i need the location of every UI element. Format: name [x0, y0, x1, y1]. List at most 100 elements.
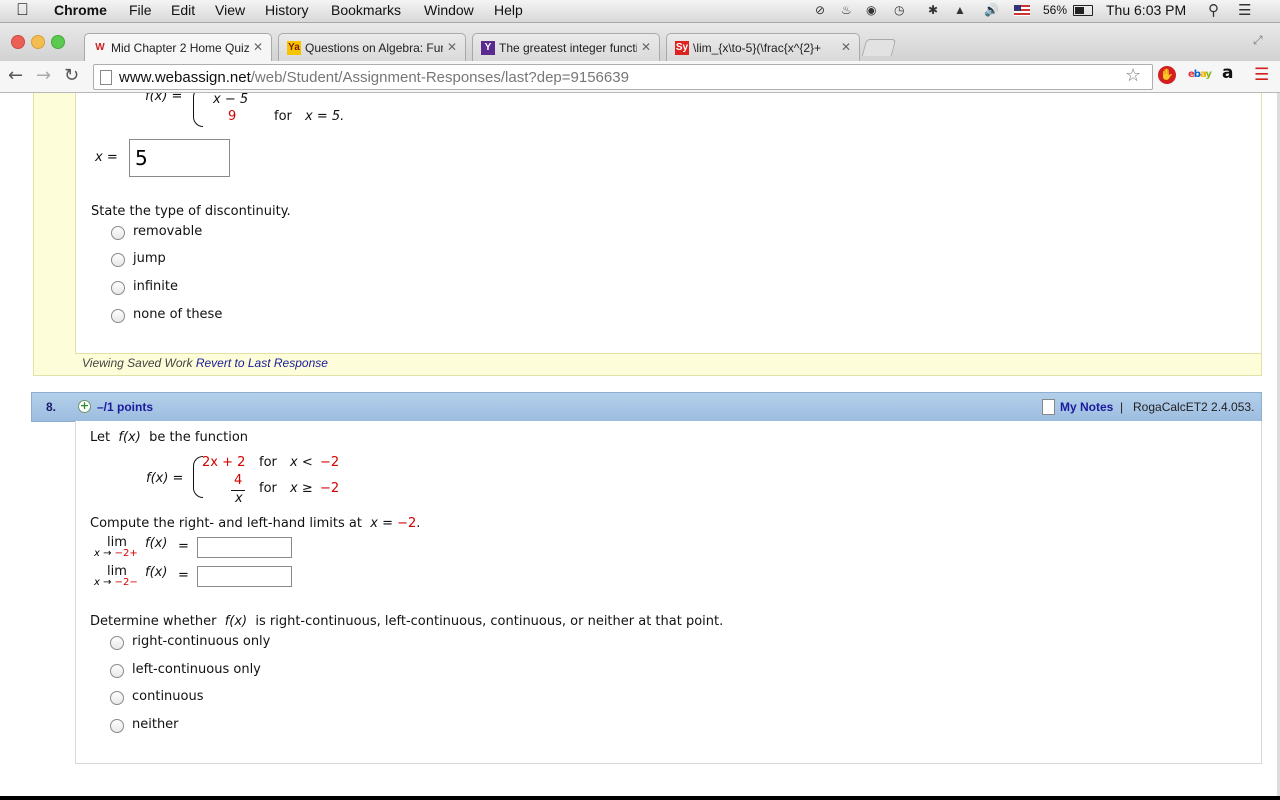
q7-x-label: x = — [95, 150, 118, 165]
q8-piece2-denominator: x — [235, 491, 243, 506]
q7-x-answer-field[interactable]: 5 — [129, 139, 230, 177]
q8-piece1-cond: x < — [290, 455, 313, 470]
adblock-extension-icon[interactable]: ✋ — [1158, 66, 1176, 84]
q7-option-infinite[interactable]: infinite — [133, 279, 178, 294]
left-limit-answer-field[interactable] — [197, 566, 292, 587]
q8-piece1-expr: 2x + 2 — [202, 455, 246, 470]
q8-radio-neither[interactable] — [110, 719, 124, 733]
battery-icon[interactable] — [1073, 5, 1093, 16]
back-icon[interactable]: ← — [8, 65, 23, 86]
menu-history[interactable]: History — [265, 2, 309, 18]
new-tab-button[interactable] — [861, 39, 897, 56]
do-not-disturb-icon[interactable]: ⊘ — [815, 3, 825, 17]
tab-close-icon[interactable]: ✕ — [841, 40, 851, 54]
symbolab-favicon-icon: Sy — [675, 41, 689, 55]
q7-piece1: x − 5 — [213, 93, 249, 107]
menu-help[interactable]: Help — [494, 2, 523, 18]
lim2-fx: f(x) — [145, 565, 168, 580]
menu-window[interactable]: Window — [424, 2, 474, 18]
question-7-body — [75, 93, 1262, 354]
q8-determine-prompt: Determine whether f(x) is right-continuo… — [90, 614, 724, 629]
q8-intro: Let f(x) be the function — [90, 430, 249, 445]
q8-option-continuous[interactable]: continuous — [132, 689, 204, 704]
us-flag-input-icon[interactable] — [1014, 5, 1030, 16]
expand-plus-icon[interactable]: + — [78, 400, 91, 413]
q8-radio-left-continuous[interactable] — [110, 664, 124, 678]
question-8-header: 8. + –/1 points My Notes | RogaCalcET2 2… — [31, 392, 1262, 422]
apple-icon[interactable]:  — [16, 0, 29, 20]
battery-percent: 56% — [1043, 3, 1068, 17]
menu-app-chrome[interactable]: Chrome — [54, 2, 107, 18]
ebay-extension-icon[interactable]: ebay — [1188, 69, 1212, 80]
window-minimize-button[interactable] — [31, 35, 45, 49]
right-limit-answer-field[interactable] — [197, 537, 292, 558]
tab-title: \lim_{x\to-5}(\frac{x^{2}+ — [693, 41, 822, 55]
q7-discontinuity-prompt: State the type of discontinuity. — [91, 204, 291, 219]
bookmark-star-icon[interactable]: ☆ — [1125, 65, 1141, 86]
tab-close-icon[interactable]: ✕ — [253, 40, 263, 54]
menu-bookmarks[interactable]: Bookmarks — [331, 2, 401, 18]
tab-mid-chapter-quiz[interactable]: W Mid Chapter 2 Home Quiz ✕ — [84, 33, 272, 62]
tab-close-icon[interactable]: ✕ — [447, 40, 457, 54]
q7-piece2-value: 9 — [228, 109, 237, 124]
tab-greatest-integer[interactable]: Y The greatest integer functi ✕ — [472, 33, 660, 62]
q8-number: 8. — [46, 400, 57, 414]
q8-points: –/1 points — [97, 400, 154, 414]
tab-close-icon[interactable]: ✕ — [641, 40, 651, 54]
bluetooth-icon[interactable]: ✱ — [928, 3, 938, 17]
spotlight-search-icon[interactable]: ⚲ — [1208, 1, 1219, 19]
menu-file[interactable]: File — [129, 2, 152, 18]
q8-reference: RogaCalcET2 2.4.053. — [1133, 400, 1255, 414]
q8-radio-right-continuous[interactable] — [110, 636, 124, 650]
q8-option-right-continuous[interactable]: right-continuous only — [132, 634, 270, 649]
wifi-icon[interactable]: ▲ — [954, 3, 966, 17]
webassign-favicon-icon: W — [95, 42, 105, 53]
q7-radio-jump[interactable] — [111, 253, 125, 267]
tab-questions-on-algebra[interactable]: Ya Questions on Algebra: Fun ✕ — [278, 33, 466, 62]
tab-title: The greatest integer functi — [499, 41, 637, 55]
q8-piece1-value: −2 — [320, 455, 340, 470]
q7-radio-infinite[interactable] — [111, 281, 125, 295]
reload-icon[interactable]: ↻ — [64, 65, 79, 86]
address-bar[interactable]: www.webassign.net/web/Student/Assignment… — [93, 64, 1153, 90]
revert-to-last-response-link[interactable]: Revert to Last Response — [196, 356, 328, 370]
notification-bell-icon[interactable]: ♨ — [841, 3, 852, 17]
time-machine-icon[interactable]: ◷ — [894, 3, 904, 17]
mac-menubar:  Chrome File Edit View History Bookmark… — [0, 0, 1280, 23]
dropbox-icon[interactable]: ◉ — [866, 3, 876, 17]
url-path: /web/Student/Assignment-Responses/last?d… — [250, 69, 629, 86]
tab-lim-symbolab[interactable]: Sy \lim_{x\to-5}(\frac{x^{2}+ ✕ — [666, 33, 860, 62]
q8-function-label: f(x) = — [146, 471, 184, 486]
my-notes-link[interactable]: My Notes — [1060, 400, 1113, 414]
fullscreen-icon[interactable]: ⤢ — [1253, 33, 1263, 48]
tab-title: Mid Chapter 2 Home Quiz — [111, 41, 249, 55]
q8-option-left-continuous[interactable]: left-continuous only — [132, 662, 261, 677]
header-separator: | — [1120, 400, 1124, 414]
yahoo-favicon-icon: Y — [481, 41, 495, 55]
q7-option-jump[interactable]: jump — [133, 251, 166, 266]
q8-piece2-numerator: 4 — [234, 473, 243, 488]
window-zoom-button[interactable] — [51, 35, 65, 49]
tab-title: Questions on Algebra: Fun — [305, 41, 443, 55]
q7-radio-removable[interactable] — [111, 226, 125, 240]
menu-view[interactable]: View — [215, 2, 245, 18]
menu-edit[interactable]: Edit — [171, 2, 195, 18]
volume-icon[interactable]: 🔊 — [984, 3, 999, 17]
q7-option-removable[interactable]: removable — [133, 224, 202, 239]
menubar-clock[interactable]: Thu 6:03 PM — [1106, 2, 1186, 18]
amazon-extension-icon[interactable]: a — [1222, 63, 1233, 83]
chrome-tab-strip: W Mid Chapter 2 Home Quiz ✕ Ya Questions… — [0, 23, 1280, 62]
forward-icon[interactable]: → — [36, 65, 51, 86]
window-close-button[interactable] — [11, 35, 25, 49]
chrome-menu-icon[interactable]: ☰ — [1254, 65, 1269, 85]
page-content: f(x) = x − 5 9 for x = 5. x = 5 State th… — [0, 93, 1277, 796]
q7-option-none[interactable]: none of these — [133, 307, 222, 322]
notification-center-icon[interactable]: ☰ — [1238, 1, 1251, 19]
q7-piece2-for: for — [274, 109, 292, 124]
q8-compute-prompt: Compute the right- and left-hand limits … — [90, 516, 421, 531]
q8-option-neither[interactable]: neither — [132, 717, 179, 732]
q8-piece1-for: for — [259, 455, 277, 470]
q8-radio-continuous[interactable] — [110, 691, 124, 705]
viewing-saved-work-note: Viewing Saved Work Revert to Last Respon… — [82, 356, 328, 370]
q7-radio-none[interactable] — [111, 309, 125, 323]
